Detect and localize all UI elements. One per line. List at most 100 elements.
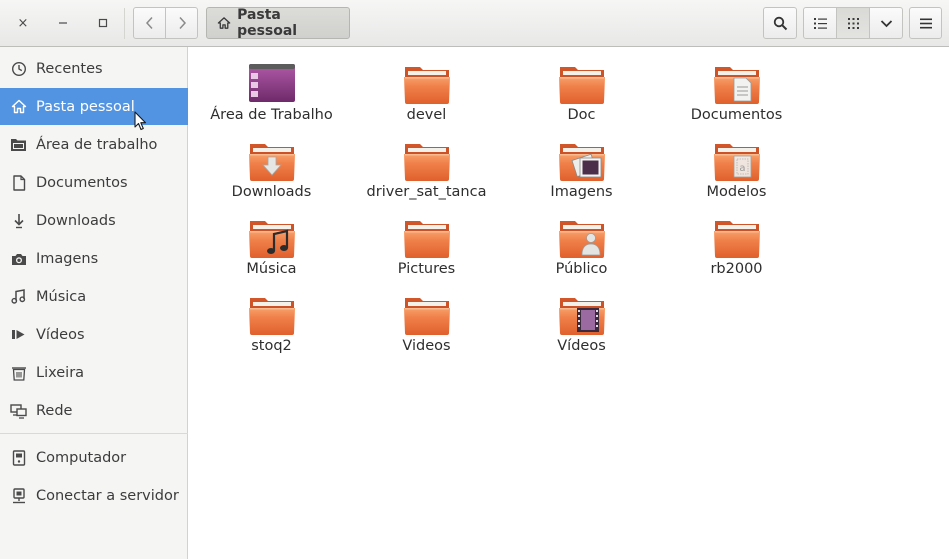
file-item-label: Videos bbox=[402, 338, 451, 354]
file-item-videos-plain[interactable]: Videos bbox=[349, 294, 504, 366]
chevron-down-icon bbox=[880, 19, 892, 27]
sidebar-item-label: Computador bbox=[36, 449, 127, 466]
folder-icon bbox=[403, 294, 451, 336]
folder-videos-icon bbox=[558, 294, 606, 336]
sidebar-item-documentos[interactable]: Documentos bbox=[0, 164, 188, 201]
home-icon bbox=[10, 98, 27, 115]
camera-icon bbox=[10, 250, 27, 267]
sidebar-item-label: Área de trabalho bbox=[36, 136, 158, 153]
path-label: Pasta pessoal bbox=[237, 7, 298, 39]
trash-icon bbox=[10, 364, 27, 381]
folder-icon bbox=[403, 63, 451, 105]
sidebar-item-conectar-a-servidor[interactable]: Conectar a servidor bbox=[0, 477, 188, 514]
clock-icon bbox=[10, 60, 27, 77]
sidebar-separator bbox=[0, 433, 188, 434]
sidebar-item-musica[interactable]: Música bbox=[0, 278, 188, 315]
header-separator bbox=[124, 8, 125, 39]
folder-templates-icon: a bbox=[713, 140, 761, 182]
back-button[interactable] bbox=[133, 7, 166, 39]
file-item-area-de-trabalho[interactable]: Área de Trabalho bbox=[194, 63, 349, 135]
file-item-pictures[interactable]: Pictures bbox=[349, 217, 504, 289]
sidebar-item-computador[interactable]: Computador bbox=[0, 439, 188, 476]
file-item-stoq2[interactable]: stoq2 bbox=[194, 294, 349, 366]
grid-view-icon bbox=[847, 17, 859, 29]
minimize-icon bbox=[59, 22, 67, 24]
search-button[interactable] bbox=[763, 7, 797, 39]
file-item-label: Doc bbox=[567, 107, 596, 123]
file-item-modelos[interactable]: a Modelos bbox=[659, 140, 814, 212]
grid-view-button[interactable] bbox=[836, 7, 870, 39]
view-switcher bbox=[803, 7, 903, 39]
mouse-pointer-icon bbox=[134, 111, 147, 131]
sidebar-item-area-de-trabalho[interactable]: Área de trabalho bbox=[0, 126, 188, 163]
folder-icon bbox=[558, 63, 606, 105]
file-item-publico[interactable]: Público bbox=[504, 217, 659, 289]
file-item-imagens[interactable]: Imagens bbox=[504, 140, 659, 212]
minimize-window-button[interactable] bbox=[52, 12, 74, 34]
server-icon bbox=[10, 487, 27, 504]
file-item-label: Música bbox=[246, 261, 297, 277]
file-item-musica[interactable]: Música bbox=[194, 217, 349, 289]
folder-public-icon bbox=[558, 217, 606, 259]
folder-icon bbox=[403, 217, 451, 259]
sidebar-item-label: Imagens bbox=[36, 250, 99, 267]
sidebar-item-rede[interactable]: Rede bbox=[0, 392, 188, 429]
view-options-button[interactable] bbox=[869, 7, 903, 39]
close-window-button[interactable]: × bbox=[12, 12, 34, 34]
close-icon: × bbox=[17, 15, 29, 31]
file-item-devel[interactable]: devel bbox=[349, 63, 504, 135]
maximize-icon bbox=[98, 18, 108, 28]
file-item-videos[interactable]: Vídeos bbox=[504, 294, 659, 366]
hamburger-menu-icon bbox=[919, 18, 932, 28]
main-menu-button[interactable] bbox=[909, 7, 942, 39]
file-item-label: driver_sat_tanca bbox=[366, 184, 487, 200]
sidebar-item-label: Lixeira bbox=[36, 364, 85, 381]
folder-music-icon bbox=[248, 217, 296, 259]
desktop-icon bbox=[248, 63, 296, 105]
file-item-label: Downloads bbox=[231, 184, 312, 200]
file-item-downloads[interactable]: Downloads bbox=[194, 140, 349, 212]
list-view-icon bbox=[813, 17, 827, 29]
sidebar-item-label: Downloads bbox=[36, 212, 116, 229]
sidebar-item-pasta-pessoal[interactable]: Pasta pessoal bbox=[0, 88, 188, 125]
file-grid: Área de Trabalho devel Doc Documentos Do… bbox=[189, 47, 949, 559]
file-item-label: Público bbox=[555, 261, 608, 277]
file-item-label: rb2000 bbox=[710, 261, 763, 277]
home-icon bbox=[217, 17, 231, 29]
file-item-rb2000[interactable]: rb2000 bbox=[659, 217, 814, 289]
file-item-doc[interactable]: Doc bbox=[504, 63, 659, 135]
chevron-left-icon bbox=[145, 16, 153, 30]
file-item-documentos[interactable]: Documentos bbox=[659, 63, 814, 135]
maximize-window-button[interactable] bbox=[92, 12, 114, 34]
desktop-folder-icon bbox=[10, 136, 27, 153]
search-icon bbox=[773, 16, 787, 30]
file-item-label: devel bbox=[406, 107, 447, 123]
download-icon bbox=[10, 212, 27, 229]
file-item-label: Documentos bbox=[690, 107, 783, 123]
music-icon bbox=[10, 288, 27, 305]
document-icon bbox=[10, 174, 27, 191]
path-bar-home-button[interactable]: Pasta pessoal bbox=[206, 7, 350, 39]
folder-download-icon bbox=[248, 140, 296, 182]
svg-text:a: a bbox=[739, 163, 745, 174]
sidebar-item-videos[interactable]: Vídeos bbox=[0, 316, 188, 353]
sidebar-item-lixeira[interactable]: Lixeira bbox=[0, 354, 188, 391]
file-item-label: Pictures bbox=[397, 261, 456, 277]
file-item-label: stoq2 bbox=[251, 338, 292, 354]
sidebar-item-label: Música bbox=[36, 288, 87, 305]
forward-button[interactable] bbox=[165, 7, 198, 39]
file-item-driver-sat-tanca[interactable]: driver_sat_tanca bbox=[349, 140, 504, 212]
folder-pictures-icon bbox=[558, 140, 606, 182]
folder-icon bbox=[403, 140, 451, 182]
network-icon bbox=[10, 402, 27, 419]
sidebar-item-recentes[interactable]: Recentes bbox=[0, 50, 188, 87]
sidebar-item-imagens[interactable]: Imagens bbox=[0, 240, 188, 277]
list-view-button[interactable] bbox=[803, 7, 837, 39]
folder-icon bbox=[248, 294, 296, 336]
sidebar-item-downloads[interactable]: Downloads bbox=[0, 202, 188, 239]
sidebar-item-label: Rede bbox=[36, 402, 73, 419]
sidebar-item-label: Documentos bbox=[36, 174, 128, 191]
sidebar-item-label: Vídeos bbox=[36, 326, 85, 343]
sidebar-item-label: Conectar a servidor bbox=[36, 487, 179, 504]
file-item-label: Vídeos bbox=[557, 338, 606, 354]
